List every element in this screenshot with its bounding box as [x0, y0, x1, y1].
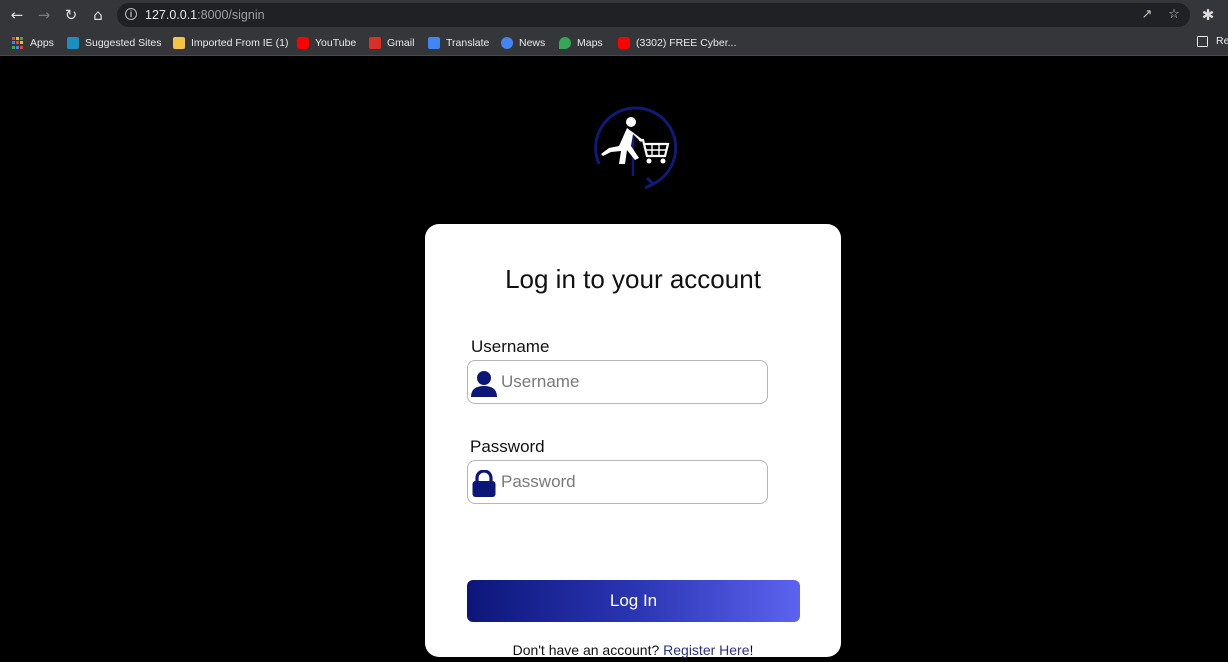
username-label: Username	[471, 337, 550, 356]
register-prompt: Don't have an account?	[512, 642, 660, 658]
address-bar[interactable]: i 127.0.0.1:8000/signin ↗ ☆	[117, 3, 1190, 27]
folder-icon	[173, 37, 185, 49]
apps-grid-icon	[12, 37, 24, 49]
username-input[interactable]	[501, 369, 761, 395]
bookmark-label: News	[519, 37, 546, 49]
back-arrow-icon[interactable]: ←	[7, 5, 27, 25]
username-field[interactable]	[467, 360, 768, 404]
bing-icon	[67, 37, 79, 49]
reading-list-icon	[1197, 35, 1208, 47]
register-link[interactable]: Register Here	[663, 642, 749, 658]
password-label: Password	[470, 437, 545, 456]
extensions-puzzle-icon[interactable]: ✱	[1198, 5, 1218, 25]
reading-list-label: Re	[1216, 35, 1228, 47]
login-button[interactable]: Log In	[467, 580, 800, 622]
shopping-cart-logo-icon	[594, 106, 677, 190]
url-host: 127.0.0.1	[145, 8, 198, 22]
bookmark-free-cyber[interactable]: (3302) FREE Cyber...	[618, 35, 736, 51]
bookmark-label: Maps	[577, 37, 603, 49]
password-field[interactable]	[467, 460, 768, 504]
home-icon[interactable]: ⌂	[88, 5, 108, 25]
bookmark-label: Gmail	[387, 37, 415, 49]
url-text: 127.0.0.1:8000/signin	[145, 7, 265, 23]
reading-list[interactable]: Re	[1197, 35, 1228, 47]
bookmark-youtube[interactable]: YouTube	[297, 35, 356, 51]
lock-icon	[472, 470, 496, 497]
reload-icon[interactable]: ↻	[61, 5, 81, 25]
login-card: Log in to your account Username Password…	[425, 224, 841, 658]
bookmark-label: YouTube	[315, 37, 357, 49]
bookmark-label: Imported From IE (1)	[191, 37, 289, 49]
bookmark-translate[interactable]: Translate	[428, 35, 489, 51]
bookmark-gmail[interactable]: Gmail	[369, 35, 414, 51]
site-info-icon[interactable]: i	[125, 8, 137, 20]
register-line: Don't have an account? Register Here!	[425, 642, 841, 658]
youtube-icon	[618, 37, 630, 49]
bookmark-label: Translate	[446, 37, 490, 49]
bookmark-star-icon[interactable]: ☆	[1166, 7, 1182, 23]
bookmark-apps[interactable]: Apps	[12, 35, 54, 51]
gmail-icon	[369, 37, 381, 49]
url-path: :8000/signin	[197, 8, 265, 22]
news-icon	[501, 37, 513, 49]
bookmark-imported-from-ie[interactable]: Imported From IE (1)	[173, 35, 288, 51]
bookmark-suggested-sites[interactable]: Suggested Sites	[67, 35, 161, 51]
youtube-icon	[297, 37, 309, 49]
bookmark-maps[interactable]: Maps	[559, 35, 603, 51]
maps-pin-icon	[559, 37, 571, 49]
password-input[interactable]	[501, 469, 761, 495]
bookmark-news[interactable]: News	[501, 35, 545, 51]
bookmark-label: (3302) FREE Cyber...	[636, 37, 737, 49]
forward-arrow-icon[interactable]: →	[34, 5, 54, 25]
bookmark-label: Suggested Sites	[85, 37, 162, 49]
browser-toolbar: ← → ↻ ⌂ i 127.0.0.1:8000/signin ↗ ☆ ✱	[0, 0, 1228, 30]
user-icon	[471, 371, 497, 397]
bookmarks-bar: Apps Suggested Sites Imported From IE (1…	[0, 30, 1228, 56]
share-icon[interactable]: ↗	[1139, 7, 1155, 23]
translate-icon	[428, 37, 440, 49]
page-title: Log in to your account	[505, 264, 761, 294]
bookmark-label: Apps	[30, 37, 54, 49]
register-suffix: !	[749, 642, 754, 658]
